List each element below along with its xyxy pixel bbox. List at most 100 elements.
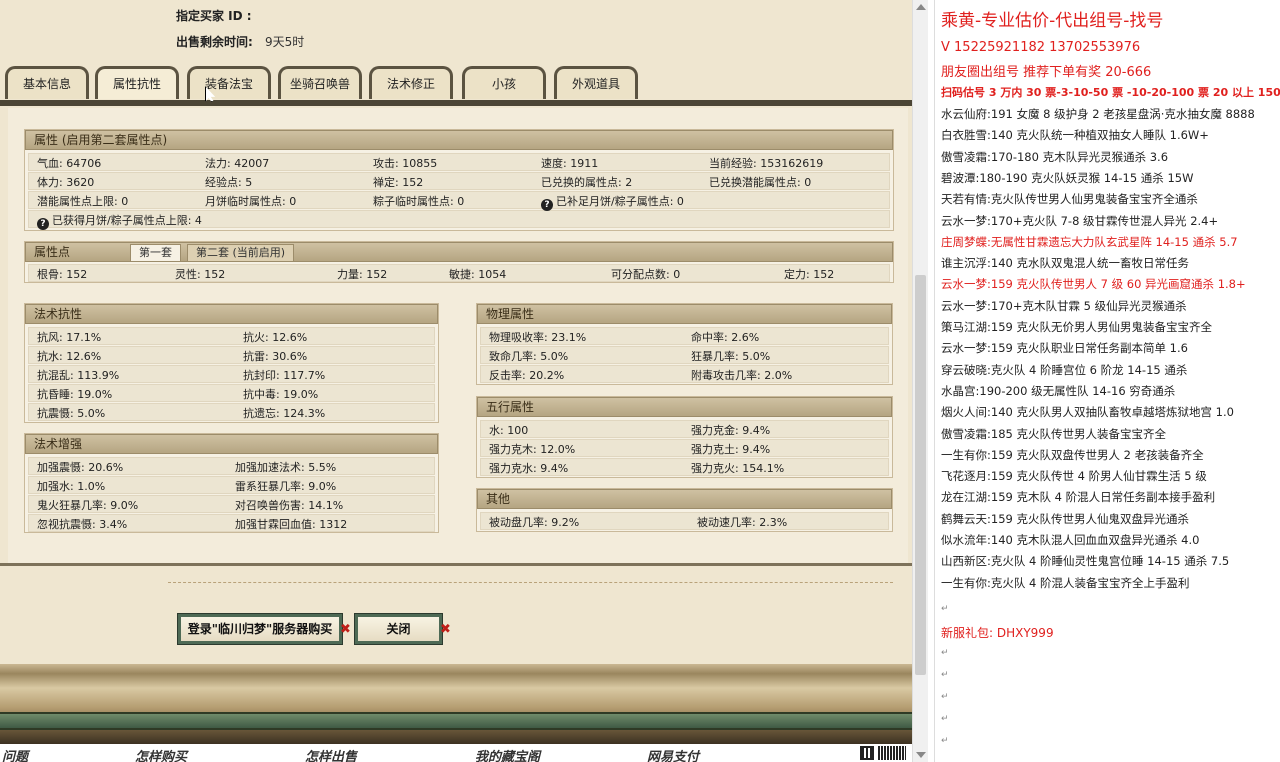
notepad-line: 云水一梦:170+克木队甘霖 5 级仙异光灵猴通杀 (941, 298, 1187, 313)
tab-bar: 基本信息 属性抗性 装备法宝 坐骑召唤兽 法术修正 小孩 外观道具 (5, 66, 905, 100)
notepad-line: 山西新区:克火队 4 阶睡仙灵性鬼宫位睡 14-15 通杀 7.5 (941, 554, 1230, 569)
divider (0, 563, 912, 566)
attributes-content: 属性 (启用第二套属性点) 气血: 64706 法力: 42007 攻击: 10… (8, 108, 908, 563)
close-x-icon: ✖ (440, 622, 451, 637)
tab-appearance[interactable]: 外观道具 (554, 66, 638, 99)
notepad-line: 傲雪凌霜:185 克火队传世男人装备宝宝齐全 (941, 426, 1166, 441)
tab-child[interactable]: 小孩 (462, 66, 546, 99)
points-panel: 属性点 第一套 第二套 (当前启用) 根骨: 152 灵性: 152 力量: 1… (24, 241, 894, 283)
help-icon[interactable]: ? (541, 199, 553, 211)
tab-attributes[interactable]: 属性抗性 (95, 66, 179, 99)
attr-panel-title: 属性 (启用第二套属性点) (25, 130, 893, 150)
boost-haste: 加强加速法术: 5.5% (235, 461, 337, 474)
poison-attack: 附毒攻击几率: 2.0% (691, 369, 793, 382)
crit-rate: 致命几率: 5.0% (489, 350, 569, 363)
thunder-crit: 雷系狂暴几率: 9.0% (235, 480, 337, 493)
notepad-line: 飞花逐月:159 克火队传世 4 阶男人仙甘霖生活 5 级 (941, 469, 1207, 484)
resist-sleep: 抗昏睡: 19.0% (37, 388, 113, 401)
notepad-line: 一生有你:克火队 4 阶混人装备宝宝齐全上手盈利 (941, 575, 1190, 590)
physical-title: 物理属性 (477, 304, 892, 324)
speed-value: 速度: 1911 (541, 157, 599, 170)
zongzi-temp: 粽子临时属性点: 0 (373, 195, 465, 208)
return-mark: ↵ (941, 604, 949, 614)
footer-link-faq[interactable]: 问题 (2, 746, 28, 762)
spell-resist-title: 法术抗性 (25, 304, 438, 324)
resist-wind: 抗风: 17.1% (37, 331, 102, 344)
notepad-margin (934, 0, 935, 762)
stamina-value: 体力: 3620 (37, 176, 95, 189)
notepad-line: 策马江湖:159 克火队无价男人男仙男鬼装备宝宝齐全 (941, 320, 1212, 334)
notepad-line: 谁主沉浮:140 克水队双鬼混人统一畜牧日常任务 (941, 256, 1189, 271)
endurance-value: 定力: 152 (784, 268, 835, 281)
notepad-line: 龙在江湖:159 克木队 4 阶混人日常任务副本接手盈利 (941, 490, 1216, 505)
resist-chaos: 抗混乱: 113.9% (37, 369, 120, 382)
strong-vs-water: 强力克水: 9.4% (489, 462, 569, 475)
passive-disk-rate: 被动盘几率: 9.2% (489, 516, 580, 529)
notepad-line: 碧波潭:180-190 克火队妖灵猴 14-15 通杀 15W (941, 170, 1194, 185)
tab-underline (0, 100, 912, 106)
constitution-value: 根骨: 152 (37, 268, 88, 281)
notepad-line: 鹤舞云天:159 克火队传世男人仙鬼双盘异光通杀 (941, 511, 1189, 526)
resist-water: 抗水: 12.6% (37, 350, 102, 363)
notepad-line: 穿云破晓:克火队 4 阶睡宫位 6 阶龙 14-15 通杀 (941, 362, 1188, 377)
scrollbar-thumb[interactable] (915, 275, 926, 675)
boost-shock: 加强震慑: 20.6% (37, 461, 124, 474)
attack-value: 攻击: 10855 (373, 157, 438, 170)
notepad-line: 烟火人间:140 克火队男人双抽队畜牧卓越塔炼狱地宫 1.0 (941, 405, 1234, 420)
strong-vs-fire: 强力克火: 154.1% (691, 462, 785, 475)
return-mark: ↵ (941, 670, 949, 680)
notepad-line3: 朋友圈出组号 推荐下单有奖 20-666 (941, 65, 1152, 80)
scrollbar[interactable] (912, 0, 928, 762)
notepad-line: 云水一梦:159 克火队职业日常任务副本简单 1.6 (941, 341, 1188, 356)
tab-spell-mod[interactable]: 法术修正 (369, 66, 453, 99)
tab-points-set2[interactable]: 第二套 (当前启用) (187, 244, 295, 262)
scroll-down-icon[interactable] (916, 752, 926, 758)
notepad-line4: 扫码估号 3 万内 30 票-3-10-50 票 -10-20-100 票 20… (941, 86, 1280, 99)
boost-heal: 加强甘霖回血值: 1312 (235, 518, 348, 531)
other-title: 其他 (477, 489, 892, 509)
notepad-line: 傲雪凌霜:170-180 克木队异光灵猴通杀 3.6 (941, 149, 1169, 164)
exchanged-potential: 已兑换潜能属性点: 0 (709, 176, 812, 189)
qr-code-icon[interactable] (860, 746, 874, 760)
time-left-value: 9天5时 (265, 35, 305, 49)
hp-value: 气血: 64706 (37, 157, 102, 170)
designated-buyer-label: 指定买家 ID : (176, 9, 252, 23)
return-mark: ↵ (941, 714, 949, 724)
login-buy-button[interactable]: 登录"临川归梦"服务器购买 (177, 613, 343, 645)
exp-points-value: 经验点: 5 (205, 176, 253, 189)
boost-water: 加强水: 1.0% (37, 480, 106, 493)
notepad-line: 庄周梦蝶:无属性甘霖遗忘大力队玄武星阵 14-15 通杀 5.7 (941, 234, 1238, 249)
ignore-shock: 忽视抗震慑: 3.4% (37, 518, 128, 531)
footer-band (0, 712, 912, 730)
footer-link-how-to-sell[interactable]: 怎样出售 (305, 746, 357, 762)
notepad-phone: V 15225921182 13702553976 (941, 40, 1141, 55)
footer-link-my-treasure[interactable]: 我的藏宝阁 (475, 746, 540, 762)
tab-basic-info[interactable]: 基本信息 (5, 66, 89, 99)
tab-equipment[interactable]: 装备法宝 (187, 66, 271, 99)
scroll-up-icon[interactable] (916, 4, 926, 10)
resist-seal: 抗封印: 117.7% (243, 369, 326, 382)
five-elements-panel: 五行属性 水: 100 强力克木: 12.0% 强力克水: 9.4% 强力克金:… (476, 396, 893, 478)
exchanged-points: 已兑换的属性点: 2 (541, 176, 633, 189)
spell-boost-title: 法术增强 (25, 434, 438, 454)
strong-vs-earth: 强力克土: 9.4% (691, 443, 771, 456)
tab-points-set1[interactable]: 第一套 (130, 244, 181, 262)
footer-link-how-to-buy[interactable]: 怎样购买 (135, 746, 187, 762)
help-icon[interactable]: ? (37, 218, 49, 230)
time-left-label: 出售剩余时间: (176, 35, 253, 49)
tab-mounts-pets[interactable]: 坐骑召唤兽 (278, 66, 362, 99)
strength-value: 力量: 152 (337, 268, 388, 281)
dashed-divider (168, 582, 893, 583)
notepad-line: 水晶宫:190-200 级无属性队 14-16 穷奇通杀 (941, 383, 1176, 398)
footer-link-netease-pay[interactable]: 网易支付 (647, 746, 699, 762)
resist-thunder: 抗雷: 30.6% (243, 350, 308, 363)
return-mark: ↵ (941, 648, 949, 658)
free-points-value: 可分配点数: 0 (611, 268, 681, 281)
resist-poison: 抗中毒: 19.0% (243, 388, 319, 401)
exp-value: 当前经验: 153162619 (709, 157, 824, 170)
notepad-line: 云水一梦:170+克火队 7-8 级甘霖传世混人异光 2.4+ (941, 213, 1219, 228)
spell-resist-panel: 法术抗性 抗风: 17.1% 抗水: 12.6% 抗混乱: 113.9% 抗昏睡… (24, 303, 439, 423)
magic-value: 灵性: 152 (175, 268, 226, 281)
close-button[interactable]: 关闭 (354, 613, 443, 645)
strong-vs-wood: 强力克木: 12.0% (489, 443, 576, 456)
